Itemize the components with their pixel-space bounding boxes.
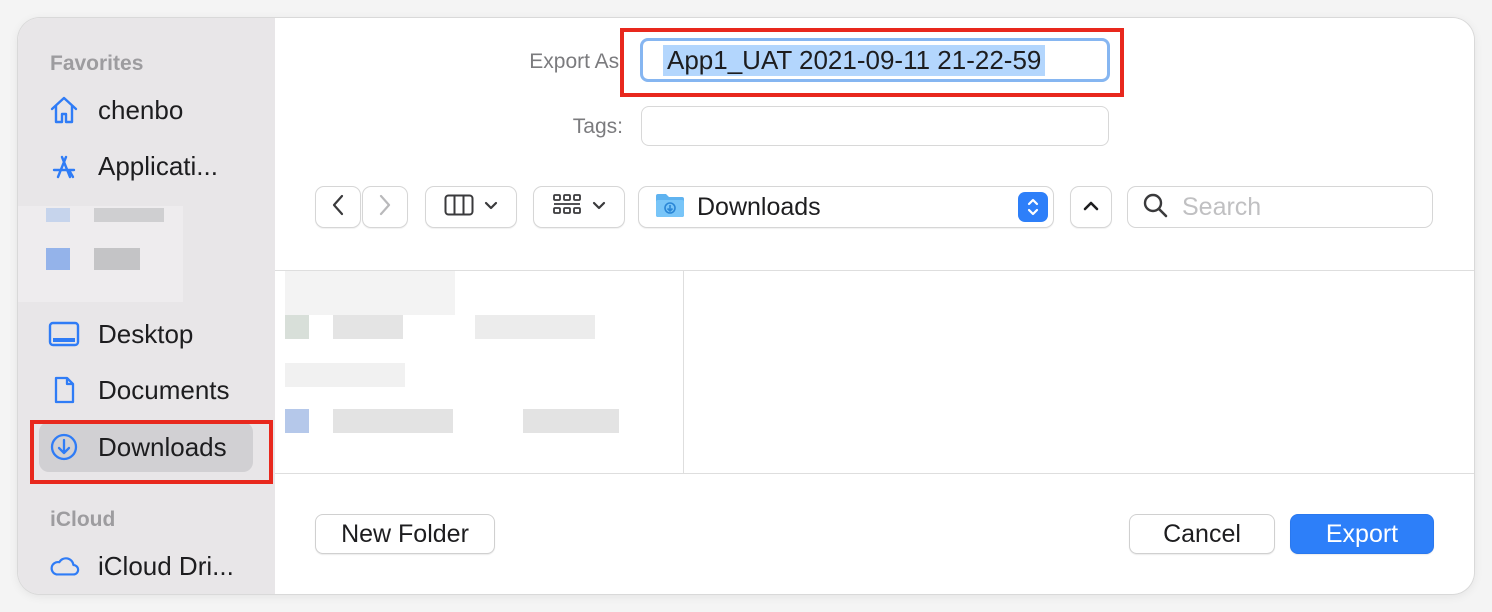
redacted-file-icon bbox=[285, 315, 309, 339]
file-name-selected-text: App1_UAT 2021-09-11 21-22-59 bbox=[663, 44, 1046, 76]
columns-view-icon bbox=[444, 194, 474, 221]
redacted-file-row bbox=[285, 271, 455, 315]
export-dialog: Favorites chenbo Applicati... Desktop Do… bbox=[18, 18, 1474, 594]
redacted-file-name bbox=[333, 315, 403, 339]
cloud-icon bbox=[48, 550, 80, 582]
tags-field[interactable] bbox=[641, 106, 1109, 146]
collapse-button[interactable] bbox=[1070, 186, 1112, 228]
file-browser bbox=[275, 270, 1474, 474]
home-icon bbox=[48, 94, 80, 126]
sidebar-item-label: Downloads bbox=[98, 431, 227, 462]
redacted-icon bbox=[46, 248, 70, 270]
chevron-down-icon bbox=[592, 198, 606, 216]
chevron-up-icon bbox=[1083, 198, 1099, 216]
redacted-file-name bbox=[285, 363, 405, 387]
redacted-file-name bbox=[333, 409, 453, 433]
back-button[interactable] bbox=[315, 186, 361, 228]
redacted-file-date bbox=[475, 315, 595, 339]
tags-label: Tags: bbox=[572, 115, 623, 138]
document-icon bbox=[48, 374, 80, 406]
redacted-icon bbox=[46, 208, 70, 222]
redacted-file-icon bbox=[285, 409, 309, 433]
search-input[interactable] bbox=[1180, 191, 1404, 223]
search-field[interactable] bbox=[1127, 186, 1433, 228]
icloud-section-title: iCloud bbox=[50, 508, 116, 531]
sidebar-item-home[interactable]: chenbo bbox=[48, 88, 183, 132]
search-icon bbox=[1142, 192, 1168, 223]
cancel-button[interactable]: Cancel bbox=[1129, 514, 1275, 554]
sidebar-item-desktop[interactable]: Desktop bbox=[48, 312, 193, 356]
location-popup[interactable]: Downloads bbox=[638, 186, 1054, 228]
view-mode-button[interactable] bbox=[425, 186, 517, 228]
download-circle-icon bbox=[48, 431, 80, 463]
group-button[interactable] bbox=[533, 186, 625, 228]
export-button[interactable]: Export bbox=[1290, 514, 1434, 554]
sidebar-item-label: iCloud Dri... bbox=[98, 550, 234, 581]
sidebar-item-icloud-drive[interactable]: iCloud Dri... bbox=[48, 544, 234, 588]
chevron-right-icon bbox=[378, 194, 392, 221]
sidebar-item-label: Applicati... bbox=[98, 150, 218, 181]
redacted-file-date bbox=[523, 409, 619, 433]
sidebar-item-downloads[interactable]: Downloads bbox=[39, 422, 253, 472]
redacted-label bbox=[94, 208, 164, 222]
favorites-section-title: Favorites bbox=[50, 52, 144, 75]
chevron-left-icon bbox=[331, 194, 345, 221]
popup-stepper-icon bbox=[1018, 192, 1048, 222]
sidebar-item-applications[interactable]: Applicati... bbox=[48, 144, 218, 188]
chevron-down-icon bbox=[484, 198, 498, 216]
export-as-label: Export As: bbox=[529, 50, 625, 73]
applications-icon bbox=[48, 150, 80, 182]
location-label: Downloads bbox=[697, 192, 821, 221]
folder-icon bbox=[655, 192, 685, 223]
export-name-field[interactable]: App1_UAT 2021-09-11 21-22-59 bbox=[640, 38, 1110, 82]
sidebar-item-label: Desktop bbox=[98, 318, 194, 349]
new-folder-button[interactable]: New Folder bbox=[315, 514, 495, 554]
forward-button[interactable] bbox=[362, 186, 408, 228]
sidebar-item-label: Documents bbox=[98, 374, 230, 405]
desktop-icon bbox=[48, 318, 80, 350]
column-divider[interactable] bbox=[683, 271, 684, 473]
redacted-label bbox=[94, 248, 140, 270]
sidebar-item-documents[interactable]: Documents bbox=[48, 368, 230, 412]
grid-group-icon bbox=[552, 193, 582, 222]
sidebar: Favorites chenbo Applicati... Desktop Do… bbox=[18, 18, 275, 594]
sidebar-item-label: chenbo bbox=[98, 94, 184, 125]
main-panel: Export As: App1_UAT 2021-09-11 21-22-59 … bbox=[275, 18, 1474, 594]
